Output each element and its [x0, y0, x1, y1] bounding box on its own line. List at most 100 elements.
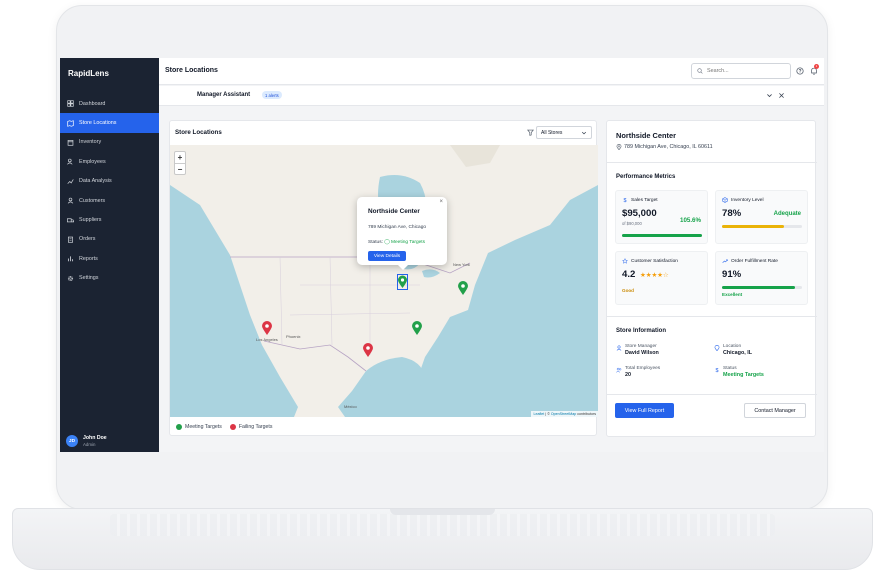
user-profile[interactable]: JD John Doe Admin: [66, 435, 107, 447]
progress-track: [722, 286, 802, 289]
metric-order-fulfillment: Order Fulfillment Rate 91% Excellent: [715, 251, 808, 305]
metric-head: Order Fulfillment Rate: [722, 258, 778, 264]
trending-up-icon: [722, 259, 728, 263]
map-label-phoenix: Phoenix: [286, 334, 301, 339]
store-info-title: Store Information: [616, 328, 667, 334]
sidebar-item-store-locations[interactable]: Store Locations: [60, 113, 159, 133]
notification-badge: 1: [814, 64, 819, 69]
contact-manager-button[interactable]: Contact Manager: [744, 403, 806, 418]
divider: [607, 316, 817, 317]
bar-chart-icon: [67, 255, 74, 262]
info-value: Chicago, IL: [723, 350, 753, 356]
manager-assistant-bar: Manager Assistant 1 alerts: [159, 86, 824, 106]
sidebar-item-inventory[interactable]: Inventory: [60, 133, 159, 152]
app-logo: RapidLens: [68, 69, 109, 78]
popup-close-button[interactable]: ×: [439, 199, 443, 205]
app-screen: RapidLens Dashboard Store Locations Inve…: [60, 58, 824, 452]
store-marker-failing[interactable]: [363, 343, 373, 357]
store-filter-value: All Stores: [541, 129, 563, 136]
sidebar-item-label: Employees: [79, 158, 106, 165]
sidebar-item-suppliers[interactable]: Suppliers: [60, 210, 159, 229]
store-details-panel: Northside Center 789 Michigan Ave, Chica…: [606, 120, 817, 437]
info-location: Location Chicago, IL: [714, 344, 752, 356]
metric-value: 4.2: [622, 269, 636, 280]
map-label-los-angeles: Los Angeles: [256, 337, 278, 342]
metric-sub: of $90,000: [622, 221, 642, 226]
check-circle-icon: ◯: [384, 240, 390, 245]
map-label-new-york: New York: [453, 262, 470, 267]
store-map[interactable]: New York Los Angeles Phoenix México + − …: [170, 145, 598, 417]
search-box[interactable]: [691, 63, 791, 79]
view-details-button[interactable]: View Details: [368, 251, 406, 261]
legend-label: Meeting Targets: [185, 424, 222, 430]
sidebar-item-reports[interactable]: Reports: [60, 249, 159, 268]
progress-fill: [722, 225, 785, 228]
attribution-tail: contributors: [576, 412, 596, 416]
location-pin-icon: [616, 144, 622, 150]
sidebar-item-data-analysis[interactable]: Data Analysis: [60, 172, 159, 191]
leaflet-link[interactable]: Leaflet: [533, 412, 544, 416]
map-icon: [67, 119, 74, 127]
store-filter-select[interactable]: All Stores: [536, 126, 592, 139]
legend-item-failing: Failing Targets: [229, 424, 273, 430]
info-label: Store Manager: [625, 344, 657, 349]
box-icon: [722, 197, 728, 203]
box-icon: [67, 139, 74, 146]
sidebar-item-employees[interactable]: Employees: [60, 152, 159, 171]
sidebar-item-label: Inventory: [79, 139, 102, 146]
sidebar-item-label: Dashboard: [79, 100, 106, 107]
sidebar: RapidLens Dashboard Store Locations Inve…: [60, 58, 159, 452]
dollar-icon: $: [624, 198, 627, 203]
zoom-out-button[interactable]: −: [175, 163, 185, 174]
info-label: Total Employees: [625, 366, 661, 371]
search-input[interactable]: [707, 68, 787, 74]
legend-label: Failing Targets: [238, 424, 273, 430]
sidebar-item-label: Customers: [79, 197, 106, 204]
store-address: 789 Michigan Ave, Chicago, IL 60611: [616, 144, 713, 150]
close-icon[interactable]: [778, 92, 785, 99]
rating-stars: ★★★★☆: [640, 272, 669, 279]
info-total-employees: Total Employees 20: [616, 366, 660, 378]
metric-label: Sales Target: [631, 197, 658, 203]
metric-label: Inventory Level: [731, 197, 764, 203]
view-full-report-button[interactable]: View Full Report: [615, 403, 674, 418]
sidebar-item-settings[interactable]: Settings: [60, 269, 159, 288]
metric-head: $ Sales Target: [622, 197, 658, 204]
sidebar-item-orders[interactable]: Orders: [60, 230, 159, 249]
svg-text:$: $: [716, 368, 719, 373]
chevron-down-icon[interactable]: [766, 92, 773, 99]
legend-item-meeting: Meeting Targets: [176, 424, 222, 430]
osm-link[interactable]: OpenStreetMap: [551, 412, 576, 416]
info-value: 20: [625, 372, 631, 378]
legend-dot-red: [229, 424, 236, 430]
sidebar-item-label: Suppliers: [79, 217, 102, 224]
dashboard-icon: [67, 100, 74, 107]
progress-track: [722, 225, 802, 228]
page-title: Store Locations: [165, 67, 218, 74]
store-marker-meeting[interactable]: [412, 321, 422, 335]
zoom-in-button[interactable]: +: [175, 152, 185, 163]
store-marker-meeting[interactable]: [458, 281, 468, 295]
sidebar-item-customers[interactable]: Customers: [60, 191, 159, 210]
info-status: $ Status Meeting Targets: [714, 366, 764, 378]
sidebar-item-dashboard[interactable]: Dashboard: [60, 94, 159, 113]
metric-tag: Adequate: [773, 211, 801, 217]
user-role: Admin: [83, 442, 96, 447]
popup-status: Status: ◯ Meeting Targets: [368, 240, 425, 245]
map-attribution: Leaflet | © OpenStreetMap contributors: [531, 411, 598, 417]
truck-icon: [67, 217, 74, 224]
info-label: Status: [723, 366, 737, 371]
search-icon: [697, 68, 703, 74]
help-icon[interactable]: [796, 67, 804, 75]
store-marker-selected[interactable]: [397, 274, 408, 290]
progress-fill: [722, 286, 795, 289]
divider: [607, 162, 817, 163]
legend-dot-green: [176, 424, 182, 430]
metric-head: Customer Satisfaction: [622, 258, 678, 264]
metric-rating: Excellent: [722, 292, 743, 297]
progress-fill: [622, 234, 702, 237]
popup-address: 789 Michigan Ave, Chicago: [368, 225, 427, 230]
metric-value: 78%: [722, 208, 742, 219]
store-marker-failing[interactable]: [262, 321, 272, 335]
metric-head: Inventory Level: [722, 197, 764, 203]
